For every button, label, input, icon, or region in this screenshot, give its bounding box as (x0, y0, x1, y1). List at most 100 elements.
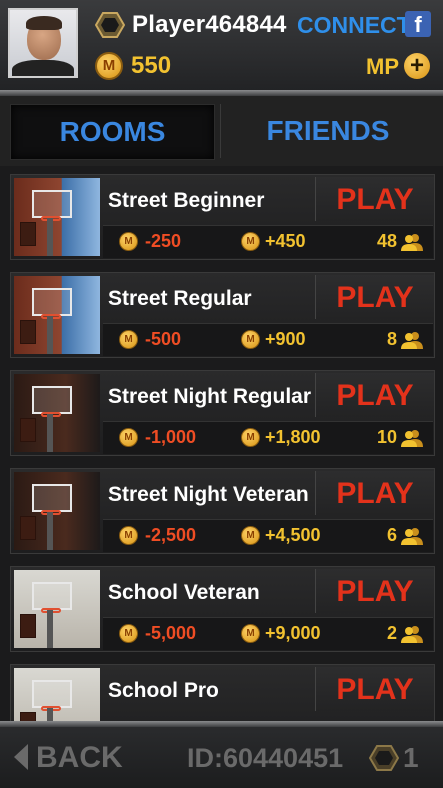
header-bar: Player464844 CONNECT f M 550 MP + (0, 0, 443, 90)
rank-hexagon-icon (369, 745, 399, 771)
room-list[interactable]: Street Beginner PLAY M -250 M +450 48 St… (0, 166, 443, 721)
tab-friends[interactable]: FRIENDS (222, 104, 434, 158)
hoop-pole (47, 610, 53, 648)
win-reward: +900 (265, 329, 306, 349)
room-name: School Veteran (108, 581, 260, 604)
entry-cost: -1,000 (145, 427, 197, 447)
room-thumbnail (14, 472, 100, 550)
player-id: ID:60440451 (187, 743, 344, 773)
room-stats: M -2,500 M +4,500 6 (103, 519, 433, 552)
room-row[interactable]: Street Regular PLAY M -500 M +900 8 (10, 272, 435, 358)
coin-icon: M (241, 526, 260, 545)
room-name: Street Night Veteran (108, 483, 309, 506)
building-window (20, 712, 36, 721)
player-name: Player464844 (132, 11, 287, 38)
room-row[interactable]: School Pro PLAY (10, 664, 435, 721)
coin-icon: M (241, 330, 260, 349)
hoop-pole (47, 218, 53, 256)
hoop-pole (47, 708, 53, 721)
entry-cost: -500 (145, 329, 182, 349)
room-stats: M -5,000 M +9,000 2 (103, 617, 433, 650)
coin-icon: M (241, 232, 260, 251)
building-window (20, 614, 36, 638)
coin-icon: M (241, 428, 260, 447)
tab-rooms[interactable]: ROOMS (10, 104, 215, 160)
play-button[interactable]: PLAY (315, 275, 434, 319)
play-button[interactable]: PLAY (315, 373, 434, 417)
coin-icon: M (241, 624, 260, 643)
back-label: BACK (36, 741, 123, 774)
avatar-hair (26, 16, 62, 30)
footer-bar: BACK ID:60440451 1 (0, 727, 443, 788)
back-arrow-icon (14, 744, 28, 770)
backboard (32, 288, 72, 316)
play-button[interactable]: PLAY (315, 471, 434, 515)
connect-button[interactable]: CONNECT (297, 12, 411, 39)
coin-icon: M (95, 52, 123, 80)
hoop-pole (47, 316, 53, 354)
entry-cost: -5,000 (145, 623, 197, 643)
room-thumbnail (14, 276, 100, 354)
players-icon (401, 626, 423, 643)
room-stats: M -250 M +450 48 (103, 225, 433, 258)
building-window (20, 222, 36, 246)
play-label: PLAY (336, 477, 414, 510)
player-count: 2 (386, 623, 397, 643)
room-row[interactable]: School Veteran PLAY M -5,000 M +9,000 2 (10, 566, 435, 652)
backboard (32, 484, 72, 512)
room-name: Street Regular (108, 287, 252, 310)
room-row[interactable]: Street Beginner PLAY M -250 M +450 48 (10, 174, 435, 260)
win-reward: +9,000 (265, 623, 321, 643)
room-row[interactable]: Street Night Veteran PLAY M -2,500 M +4,… (10, 468, 435, 554)
win-reward: +1,800 (265, 427, 321, 447)
hoop-pole (47, 512, 53, 550)
play-label: PLAY (336, 183, 414, 216)
room-name: School Pro (108, 679, 219, 702)
player-rank: 1 (403, 742, 419, 773)
coin-icon: M (119, 624, 138, 643)
backboard (32, 190, 72, 218)
avatar-shoulders (12, 60, 74, 76)
room-row[interactable]: Street Night Regular PLAY M -1,000 M +1,… (10, 370, 435, 456)
add-mp-button[interactable]: + (404, 53, 430, 79)
player-count: 6 (386, 525, 397, 545)
coin-icon: M (119, 232, 138, 251)
building-window (20, 418, 36, 442)
play-button[interactable]: PLAY (315, 177, 434, 221)
room-thumbnail (14, 570, 100, 648)
player-avatar[interactable] (8, 8, 78, 78)
entry-cost: -2,500 (145, 525, 197, 545)
play-label: PLAY (336, 673, 414, 706)
building-window (20, 516, 36, 540)
play-button[interactable]: PLAY (315, 667, 434, 711)
play-button[interactable]: PLAY (315, 569, 434, 613)
player-count: 8 (386, 329, 397, 349)
hoop-pole (47, 414, 53, 452)
play-label: PLAY (336, 575, 414, 608)
player-count: 48 (376, 231, 397, 251)
coin-balance: 550 (131, 52, 172, 79)
coin-icon: M (119, 526, 138, 545)
rank-hexagon-icon (95, 12, 125, 38)
coin-icon: M (119, 330, 138, 349)
coin-icon: M (119, 428, 138, 447)
room-name: Street Beginner (108, 189, 265, 212)
room-thumbnail (14, 668, 100, 721)
win-reward: +450 (265, 231, 306, 251)
room-stats: M -500 M +900 8 (103, 323, 433, 356)
building-window (20, 320, 36, 344)
players-icon (401, 234, 423, 251)
mp-label: MP (366, 54, 399, 79)
tab-divider (220, 104, 221, 158)
room-stats: M -1,000 M +1,800 10 (103, 421, 433, 454)
facebook-icon[interactable]: f (405, 11, 431, 37)
players-icon (401, 528, 423, 545)
room-thumbnail (14, 374, 100, 452)
players-icon (401, 430, 423, 447)
players-icon (401, 332, 423, 349)
backboard (32, 582, 72, 610)
backboard (32, 386, 72, 414)
play-label: PLAY (336, 379, 414, 412)
player-count: 10 (376, 427, 397, 447)
back-button[interactable]: BACK (14, 741, 123, 775)
